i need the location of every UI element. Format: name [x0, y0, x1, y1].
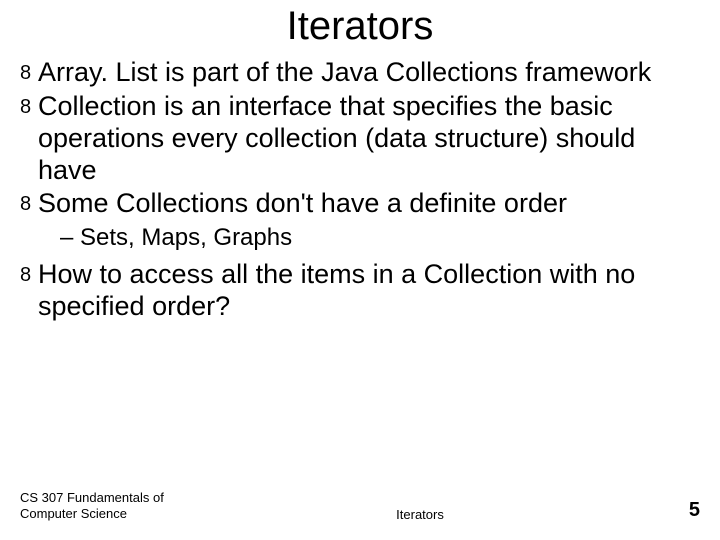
bullet-text: How to access all the items in a Collect… [38, 259, 635, 321]
footer-center: Iterators [200, 507, 640, 522]
bullet-icon: 8 [20, 259, 31, 291]
sub-list-item: – Sets, Maps, Graphs [20, 222, 700, 253]
bullet-icon: 8 [20, 57, 31, 89]
slide-footer: CS 307 Fundamentals of Computer Science … [0, 490, 720, 523]
list-item: 8 Array. List is part of the Java Collec… [20, 57, 700, 89]
bullet-list: 8 Array. List is part of the Java Collec… [20, 57, 700, 323]
list-item: 8 Collection is an interface that specif… [20, 91, 700, 187]
bullet-icon: 8 [20, 91, 31, 123]
bullet-text: Collection is an interface that specifie… [38, 91, 635, 185]
list-item: 8 Some Collections don't have a definite… [20, 188, 700, 220]
list-item: 8 How to access all the items in a Colle… [20, 259, 700, 323]
bullet-text: Array. List is part of the Java Collecti… [38, 57, 651, 87]
slide: Iterators 8 Array. List is part of the J… [0, 0, 720, 540]
slide-title: Iterators [20, 4, 700, 49]
bullet-icon: 8 [20, 188, 31, 220]
bullet-text: Some Collections don't have a definite o… [38, 188, 567, 218]
page-number: 5 [640, 499, 700, 522]
footer-left: CS 307 Fundamentals of Computer Science [20, 490, 200, 523]
